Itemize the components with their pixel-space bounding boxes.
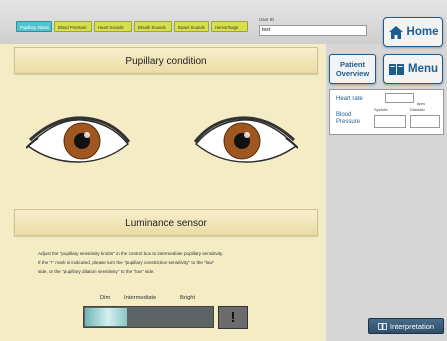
patient-overview-line-2: Overview [335, 68, 370, 78]
luminance-level-bar [83, 306, 214, 328]
tab-hemorrhage[interactable]: Hemorrhage [211, 21, 248, 32]
top-bar: Pupillary Status Blood Pressure Heart So… [0, 0, 447, 44]
left-eye-image [26, 116, 130, 163]
home-button[interactable]: Home [383, 17, 443, 47]
blood-pressure-label: Blood Pressure [336, 112, 372, 126]
menu-button[interactable]: Menu [383, 54, 443, 84]
tab-blood-pressure[interactable]: Blood Pressure [54, 21, 92, 32]
menu-button-label: Menu [407, 63, 439, 75]
house-icon [388, 25, 403, 39]
diastolic-field[interactable] [410, 115, 440, 128]
blood-pressure-label-line-1: Blood [336, 112, 352, 118]
patient-overview-button[interactable]: Patient Overview [329, 54, 376, 84]
main-panel: Pupillary condition Luminance sensor Adj… [0, 44, 326, 341]
blood-pressure-label-line-2: Pressure [336, 119, 361, 125]
instructions-line-2: If the "!" mark is indicated, please tur… [38, 260, 215, 265]
vitals-panel: Heart rate bpm Blood Pressure Systolic D… [329, 89, 444, 135]
right-eye-image [194, 116, 298, 163]
systolic-label: Systolic [374, 107, 388, 112]
interpretation-button-label: Interpretation [389, 321, 435, 331]
luminance-bright-label: Bright [180, 295, 196, 301]
luminance-dim-label: Dim [100, 295, 111, 301]
pupillary-condition-header: Pupillary condition [14, 47, 318, 74]
instructions-line-1: Adjust the "pupillary sensitivity knobs"… [38, 251, 224, 256]
luminance-sensor-header: Luminance sensor [14, 209, 318, 236]
user-id-label: User ID [259, 17, 275, 22]
tab-breath-sounds[interactable]: Breath Sounds [134, 21, 172, 32]
book-icon [377, 322, 387, 330]
diastolic-label: Diastolic [410, 107, 426, 112]
interpretation-button[interactable]: Interpretation [368, 318, 444, 334]
tab-bar: Pupillary Status Blood Pressure Heart So… [16, 21, 248, 32]
systolic-field[interactable] [374, 115, 406, 128]
luminance-intermediate-label: Intermediate [124, 295, 157, 301]
warning-indicator: ! [218, 306, 248, 329]
home-button-label: Home [406, 26, 439, 38]
user-id-field[interactable]: test [259, 25, 367, 36]
tab-pupillary-status[interactable]: Pupillary Status [16, 21, 52, 32]
luminance-level-fill [85, 308, 127, 326]
tab-bowel-sounds[interactable]: Bowel Sounds [174, 21, 209, 32]
heart-rate-field[interactable] [385, 93, 414, 103]
heart-rate-unit: bpm [417, 101, 425, 106]
instructions-text: Adjust the "pupillary sensitivity knobs"… [38, 249, 298, 276]
heart-rate-label: Heart rate [336, 96, 363, 102]
book-icon [388, 63, 404, 75]
instructions-line-3: side, or the "pupillary dilation sensiti… [38, 269, 155, 274]
tab-heart-sounds[interactable]: Heart Sounds [94, 21, 132, 32]
